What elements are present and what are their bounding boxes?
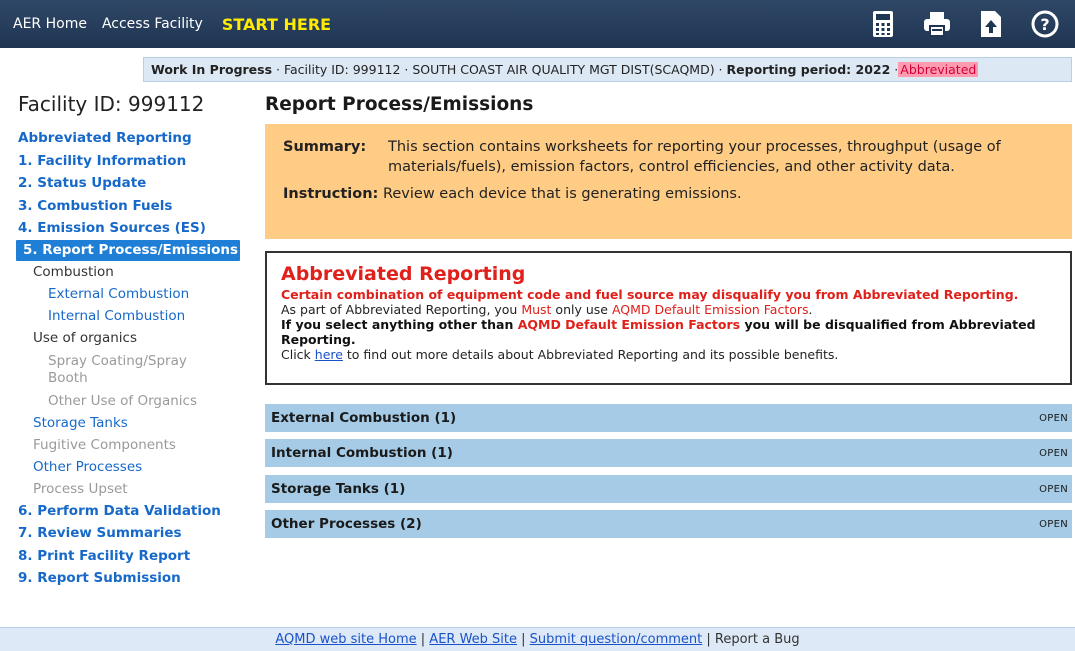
summary-text: This section contains worksheets for rep…: [388, 139, 1001, 175]
top-navigation-bar: AER Home Access Facility START HERE ?: [0, 0, 1075, 48]
summary-box: Summary: This section contains worksheet…: [265, 124, 1072, 239]
section-label: Storage Tanks (1): [271, 481, 406, 497]
toolbar-icons: ?: [845, 8, 1061, 40]
disqualify-warning: Certain combination of equipment code an…: [281, 287, 1019, 302]
disqualify-notice: If you select anything other than AQMD D…: [281, 317, 1056, 347]
sidebar-item-emission-sources[interactable]: 4. Emission Sources (ES): [18, 217, 240, 240]
summary-label: Summary:: [283, 139, 367, 155]
footer-separator: |: [702, 632, 715, 647]
sidebar-item-combustion-fuels[interactable]: 3. Combustion Fuels: [18, 195, 240, 218]
sidebar-item-print-facility-report[interactable]: 8. Print Facility Report: [18, 545, 240, 568]
default-factors-text: AQMD Default Emission Factors: [611, 302, 809, 317]
section-internal-combustion[interactable]: Internal Combustion (1) OPEN: [265, 439, 1072, 467]
details-text: to find out more details about Abbreviat…: [342, 347, 839, 362]
sidebar-sub-other-processes[interactable]: Other Processes: [18, 456, 240, 478]
footer-submit-question-link[interactable]: Submit question/comment: [530, 632, 703, 647]
must-use-text: As part of Abbreviated Reporting, you: [281, 302, 522, 317]
open-toggle[interactable]: OPEN: [1039, 476, 1068, 504]
section-label: Internal Combustion (1): [271, 445, 453, 461]
footer-separator: |: [416, 632, 430, 647]
page-title: Report Process/Emissions: [265, 94, 534, 115]
open-toggle[interactable]: OPEN: [1039, 405, 1068, 433]
help-icon[interactable]: ?: [1029, 8, 1061, 40]
click-text: Click: [281, 347, 315, 362]
sidebar-item-report-submission[interactable]: 9. Report Submission: [18, 567, 240, 590]
abbreviated-badge: Abbreviated: [898, 62, 979, 77]
instruction-row: Instruction: Review each device that is …: [283, 184, 1054, 204]
footer-aer-site-link[interactable]: AER Web Site: [429, 632, 517, 647]
svg-text:?: ?: [1040, 15, 1049, 34]
sidebar-sub-internal-combustion[interactable]: Internal Combustion: [18, 305, 240, 327]
sidebar-sub-process-upset: Process Upset: [33, 480, 128, 497]
facility-info-text: · Facility ID: 999112 · SOUTH COAST AIR …: [272, 62, 727, 77]
section-storage-tanks[interactable]: Storage Tanks (1) OPEN: [265, 475, 1072, 503]
sidebar-item-status-update[interactable]: 2. Status Update: [18, 172, 240, 195]
footer-report-bug-link[interactable]: Report a Bug: [715, 632, 800, 647]
instruction-text: Review each device that is generating em…: [378, 186, 742, 202]
section-external-combustion[interactable]: External Combustion (1) OPEN: [265, 404, 1072, 432]
sidebar-group-combustion: Combustion: [33, 263, 114, 280]
upload-icon[interactable]: [975, 8, 1007, 40]
more-details-line: Click here to find out more details abou…: [281, 347, 1056, 362]
abbreviated-reporting-notice: Abbreviated Reporting Certain combinatio…: [265, 251, 1072, 385]
nav-access-facility[interactable]: Access Facility: [102, 16, 203, 32]
work-in-progress-label: Work In Progress: [151, 62, 273, 77]
period-text: .: [808, 302, 813, 317]
sidebar-item-abbreviated-reporting[interactable]: Abbreviated Reporting: [18, 127, 240, 150]
facility-title: Facility ID: 999112: [18, 92, 205, 116]
sidebar-item-report-process-emissions[interactable]: 5. Report Process/Emissions: [16, 239, 240, 261]
sidebar-sub-other-use-of-organics: Other Use of Organics: [48, 392, 197, 409]
section-label: External Combustion (1): [271, 410, 457, 426]
must-emphasis: Must: [521, 302, 552, 317]
here-link[interactable]: here: [315, 347, 343, 362]
nav-aer-home[interactable]: AER Home: [13, 16, 87, 32]
sidebar-sub-spray-coating: Spray Coating/Spray Booth: [48, 352, 187, 386]
start-here-link[interactable]: START HERE: [222, 15, 331, 34]
abbreviated-reporting-heading: Abbreviated Reporting: [281, 263, 526, 285]
select-other-text: If you select anything other than: [281, 317, 518, 332]
footer: AQMD web site Home | AER Web Site | Subm…: [0, 627, 1075, 651]
printer-icon[interactable]: [921, 8, 953, 40]
status-breadcrumb: Work In Progress · Facility ID: 999112 ·…: [143, 57, 1072, 82]
sidebar-sub-storage-tanks[interactable]: Storage Tanks: [18, 412, 240, 434]
open-toggle[interactable]: OPEN: [1039, 511, 1068, 539]
sidebar-item-perform-data-validation[interactable]: 6. Perform Data Validation: [18, 500, 240, 523]
default-factors-emphasis: AQMD Default Emission Factors: [517, 317, 741, 332]
sidebar-group-use-of-organics: Use of organics: [33, 330, 137, 346]
only-use-text: only use: [551, 302, 612, 317]
sidebar-sub-external-combustion[interactable]: External Combustion: [18, 283, 240, 305]
footer-aqmd-home-link[interactable]: AQMD web site Home: [275, 632, 416, 647]
calculator-icon[interactable]: [867, 8, 899, 40]
instruction-label: Instruction:: [283, 186, 379, 202]
footer-separator: |: [517, 632, 530, 647]
reporting-period-label: Reporting period: 2022: [726, 62, 891, 77]
sidebar-item-facility-information[interactable]: 1. Facility Information: [18, 150, 240, 173]
sidebar-navigation: Abbreviated Reporting 1. Facility Inform…: [16, 127, 240, 590]
must-use-line: As part of Abbreviated Reporting, you Mu…: [281, 302, 1056, 317]
section-label: Other Processes (2): [271, 516, 422, 532]
sidebar-item-review-summaries[interactable]: 7. Review Summaries: [18, 522, 240, 545]
sidebar-sub-fugitive-components: Fugitive Components: [33, 436, 176, 453]
section-other-processes[interactable]: Other Processes (2) OPEN: [265, 510, 1072, 538]
open-toggle[interactable]: OPEN: [1039, 440, 1068, 468]
